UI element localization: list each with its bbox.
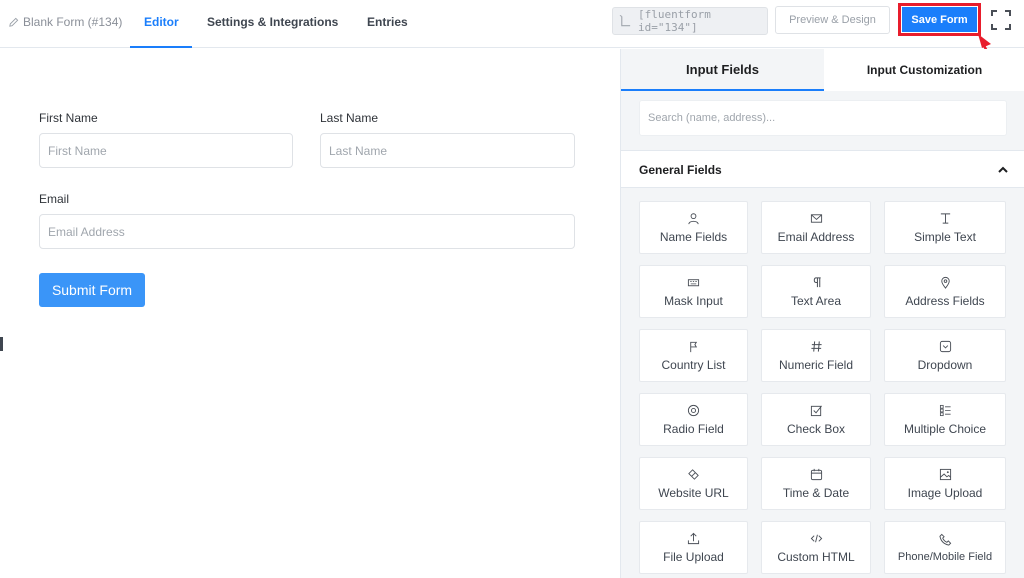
- map-pin-icon: [938, 275, 952, 289]
- copy-icon: [619, 15, 631, 27]
- field-card-label: Country List: [661, 358, 726, 372]
- keyboard-icon: [687, 275, 701, 289]
- field-card-label: Email Address: [777, 230, 855, 244]
- tab-input-fields[interactable]: Input Fields: [621, 49, 824, 91]
- field-card-numeric-field[interactable]: Numeric Field: [761, 329, 871, 382]
- field-card-phone-mobile-field[interactable]: Phone/Mobile Field: [884, 521, 1006, 574]
- tab-input-customization[interactable]: Input Customization: [824, 49, 1024, 91]
- paragraph-icon: [809, 275, 823, 289]
- field-grid: Name Fields Email Address Simple Text Ma…: [639, 201, 1009, 574]
- field-card-label: Mask Input: [664, 294, 723, 308]
- field-card-label: Name Fields: [659, 230, 728, 244]
- field-card-dropdown[interactable]: Dropdown: [884, 329, 1006, 382]
- field-card-label: Multiple Choice: [903, 422, 987, 436]
- field-card-label: Check Box: [786, 422, 846, 436]
- top-bar: Blank Form (#134) Editor Settings & Inte…: [0, 0, 1024, 48]
- pencil-icon: [9, 17, 19, 27]
- fields-panel: Input Fields Input Customization Search …: [620, 49, 1024, 578]
- field-card-email-address[interactable]: Email Address: [761, 201, 871, 254]
- field-card-simple-text[interactable]: Simple Text: [884, 201, 1006, 254]
- phone-icon: [938, 532, 952, 546]
- flag-icon: [687, 339, 701, 353]
- save-form-button[interactable]: Save Form: [902, 7, 977, 32]
- field-card-check-box[interactable]: Check Box: [761, 393, 871, 446]
- submit-form-button[interactable]: Submit Form: [39, 273, 145, 307]
- image-icon: [938, 467, 952, 481]
- resize-handle[interactable]: [0, 337, 3, 351]
- field-card-country-list[interactable]: Country List: [639, 329, 748, 382]
- link-icon: [687, 467, 701, 481]
- field-card-radio-field[interactable]: Radio Field: [639, 393, 748, 446]
- field-card-label: Radio Field: [663, 422, 724, 436]
- save-button-highlight: Save Form: [898, 3, 981, 36]
- field-card-time-date[interactable]: Time & Date: [761, 457, 871, 510]
- tab-entries[interactable]: Entries: [367, 15, 408, 29]
- field-card-website-url[interactable]: Website URL: [639, 457, 748, 510]
- general-fields-header[interactable]: General Fields: [621, 150, 1024, 188]
- field-card-label: Dropdown: [917, 358, 973, 372]
- field-card-label: Simple Text: [914, 230, 976, 244]
- field-card-label: Website URL: [658, 486, 729, 500]
- field-card-label: Time & Date: [782, 486, 850, 500]
- field-card-name-fields[interactable]: Name Fields: [639, 201, 748, 254]
- field-card-label: Phone/Mobile Field: [897, 551, 993, 563]
- shortcode-text: [fluentform id="134"]: [637, 8, 711, 34]
- field-card-image-upload[interactable]: Image Upload: [884, 457, 1006, 510]
- field-card-label: Numeric Field: [778, 358, 853, 372]
- form-editor-canvas[interactable]: [0, 49, 620, 578]
- dropdown-icon: [938, 339, 952, 353]
- last-name-label: Last Name: [320, 111, 379, 125]
- email-field[interactable]: Email Address: [39, 214, 575, 249]
- tab-settings-integrations[interactable]: Settings & Integrations: [207, 15, 338, 29]
- field-card-label: File Upload: [663, 550, 724, 564]
- form-title: Blank Form (#134): [23, 15, 123, 29]
- field-card-label: Address Fields: [905, 294, 985, 308]
- user-icon: [687, 211, 701, 225]
- email-label: Email: [39, 192, 70, 206]
- field-card-text-area[interactable]: Text Area: [761, 265, 871, 318]
- last-name-field[interactable]: Last Name: [320, 133, 575, 168]
- field-card-label: Custom HTML: [777, 550, 855, 564]
- field-card-file-upload[interactable]: File Upload: [639, 521, 748, 574]
- active-tab-indicator: [130, 46, 192, 48]
- field-card-address-fields[interactable]: Address Fields: [884, 265, 1006, 318]
- envelope-icon: [809, 211, 823, 225]
- field-card-custom-html[interactable]: Custom HTML: [761, 521, 871, 574]
- field-card-mask-input[interactable]: Mask Input: [639, 265, 748, 318]
- hash-icon: [809, 339, 823, 353]
- preview-design-button[interactable]: Preview & Design: [775, 6, 890, 34]
- first-name-field[interactable]: First Name: [39, 133, 293, 168]
- breadcrumb[interactable]: Blank Form (#134): [8, 15, 122, 29]
- section-title: General Fields: [639, 163, 722, 177]
- code-icon: [809, 531, 823, 545]
- upload-icon: [687, 531, 701, 545]
- field-search-input[interactable]: Search (name, address)...: [639, 100, 1007, 136]
- text-cursor-icon: [938, 211, 952, 225]
- tab-editor[interactable]: Editor: [144, 15, 179, 29]
- field-card-multiple-choice[interactable]: Multiple Choice: [884, 393, 1006, 446]
- shortcode-box[interactable]: [fluentform id="134"]: [612, 7, 768, 35]
- calendar-icon: [809, 467, 823, 481]
- chevron-up-icon: [998, 166, 1008, 173]
- first-name-label: First Name: [39, 111, 98, 125]
- field-card-label: Text Area: [790, 294, 842, 308]
- field-card-label: Image Upload: [907, 486, 983, 500]
- list-icon: [938, 403, 952, 417]
- checkbox-icon: [809, 403, 823, 417]
- radio-icon: [687, 403, 701, 417]
